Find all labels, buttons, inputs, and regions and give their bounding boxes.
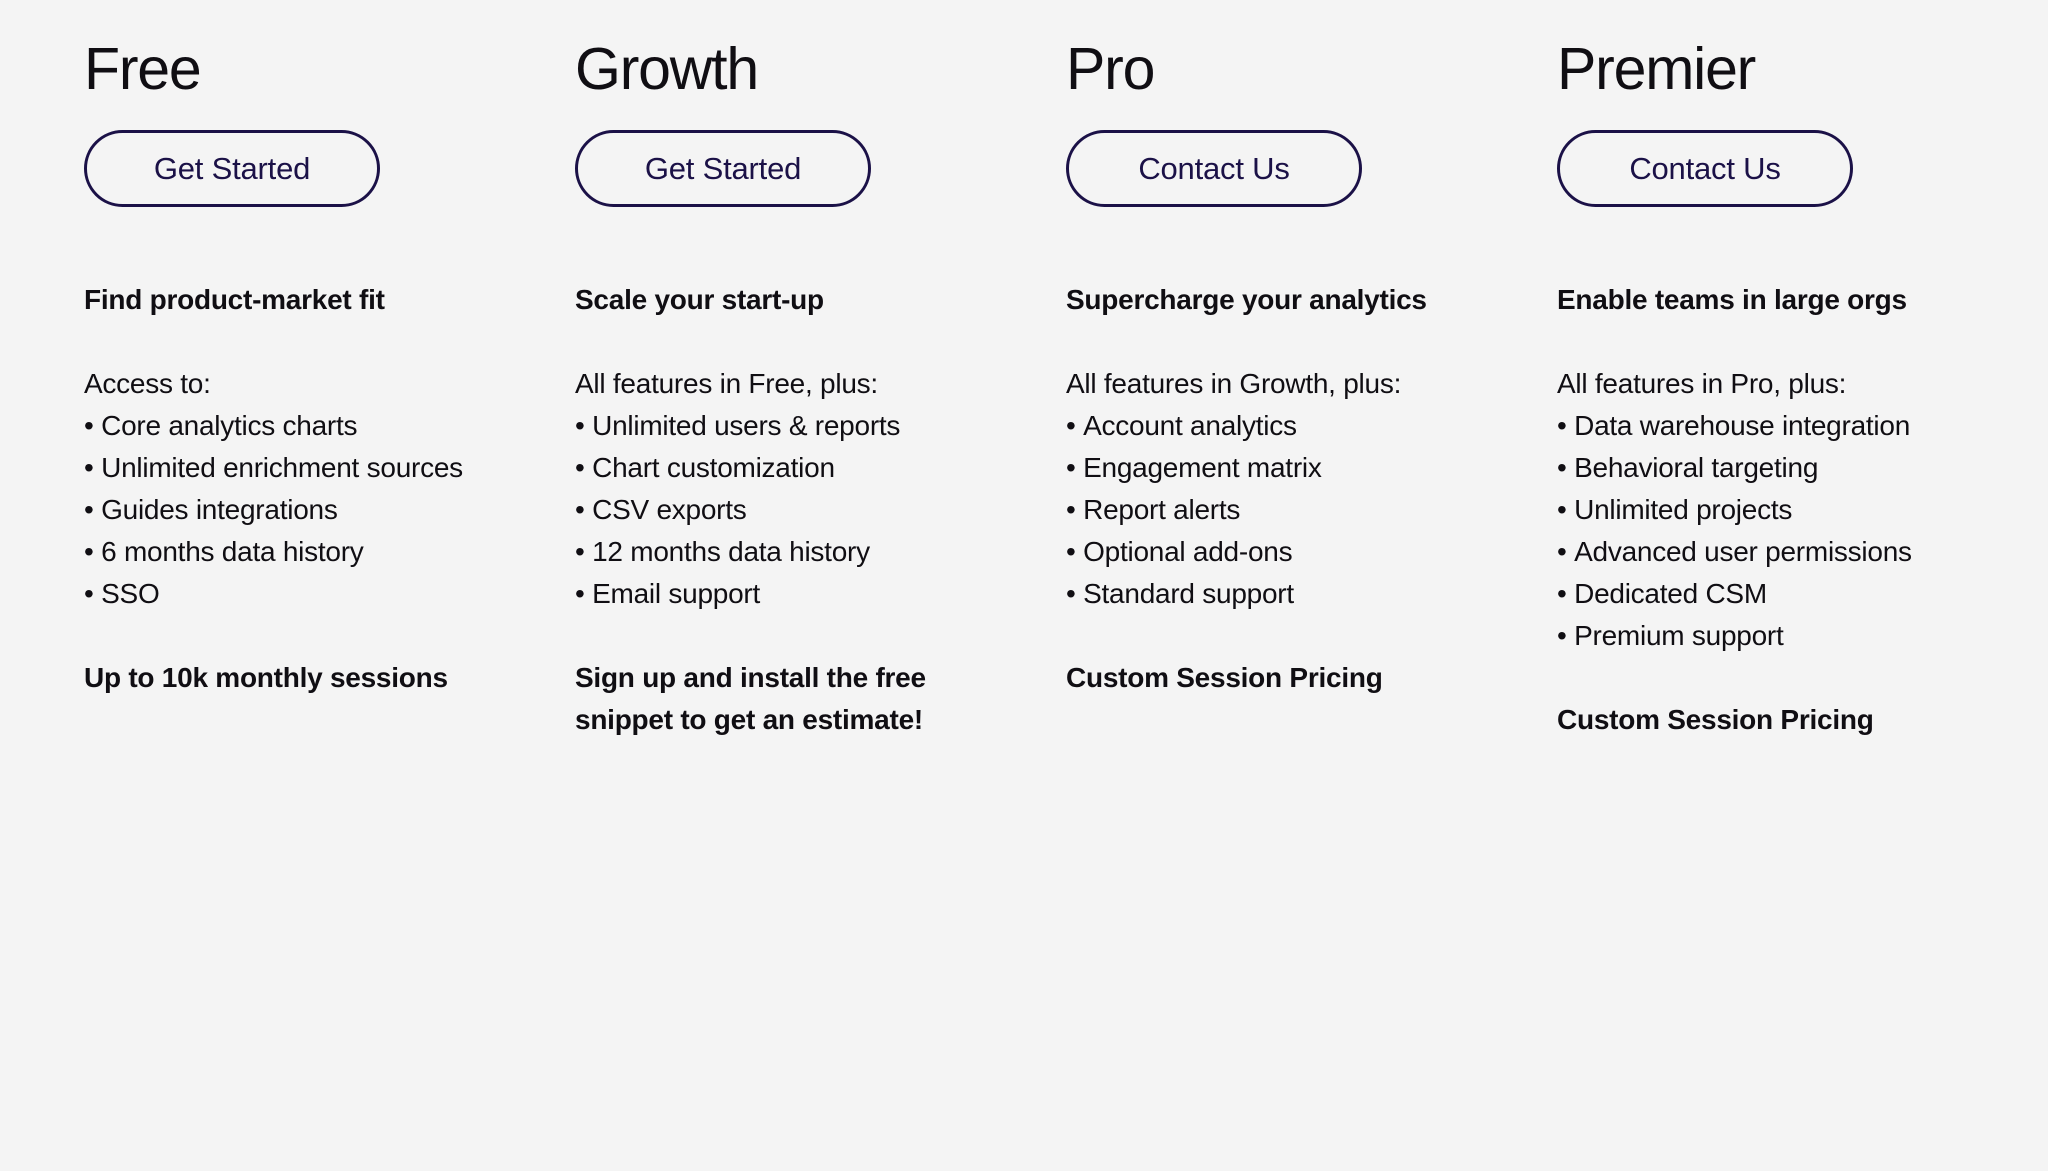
- plan-subhead-growth: Scale your start-up: [575, 283, 824, 315]
- plan-title-premier: Premier: [1557, 36, 1756, 102]
- plan-footer-growth: Sign up and install the free snippet to …: [575, 661, 926, 735]
- features-intro-premier: All features in Pro, plus:: [1557, 367, 1847, 399]
- pricing-plans-board: Free Get Started Find product-market fit…: [0, 0, 2048, 1171]
- list-item: Core analytics charts: [84, 405, 503, 447]
- list-item: Report alerts: [1066, 489, 1485, 531]
- plan-body-premier: Enable teams in large orgs All features …: [1557, 279, 1976, 741]
- list-item: Unlimited enrichment sources: [84, 447, 503, 489]
- list-item: Data warehouse integration: [1557, 405, 1976, 447]
- list-item: Premium support: [1557, 615, 1976, 657]
- list-item: Account analytics: [1066, 405, 1485, 447]
- features-intro-pro: All features in Growth, plus:: [1066, 367, 1402, 399]
- list-item: Advanced user permissions: [1557, 531, 1976, 573]
- plan-body-pro: Supercharge your analytics All features …: [1066, 279, 1485, 699]
- list-item: Dedicated CSM: [1557, 573, 1976, 615]
- plan-column-premier: Premier Contact Us Enable teams in large…: [1557, 38, 2048, 1171]
- list-item: Engagement matrix: [1066, 447, 1485, 489]
- cta-button-growth[interactable]: Get Started: [575, 129, 871, 207]
- plan-title-growth: Growth: [575, 36, 759, 102]
- cta-button-premier[interactable]: Contact Us: [1557, 129, 1853, 207]
- features-intro-growth: All features in Free, plus:: [575, 367, 878, 399]
- plan-body-growth: Scale your start-up All features in Free…: [575, 279, 994, 741]
- plan-title-pro: Pro: [1066, 36, 1155, 102]
- list-item: 12 months data history: [575, 531, 994, 573]
- list-item: SSO: [84, 573, 503, 615]
- list-item: Optional add-ons: [1066, 531, 1485, 573]
- plan-column-free: Free Get Started Find product-market fit…: [84, 38, 575, 1171]
- plan-features-pro: All features in Growth, plus: Account an…: [1066, 363, 1485, 615]
- feature-list-pro: Account analytics Engagement matrix Repo…: [1066, 405, 1485, 615]
- cta-button-pro[interactable]: Contact Us: [1066, 129, 1362, 207]
- plan-title-free: Free: [84, 36, 202, 102]
- plan-features-free: Access to: Core analytics charts Unlimit…: [84, 363, 503, 615]
- plan-column-pro: Pro Contact Us Supercharge your analytic…: [1066, 38, 1557, 1171]
- list-item: Unlimited projects: [1557, 489, 1976, 531]
- plan-features-premier: All features in Pro, plus: Data warehous…: [1557, 363, 1976, 657]
- plan-footer-free: Up to 10k monthly sessions: [84, 661, 448, 693]
- feature-list-growth: Unlimited users & reports Chart customiz…: [575, 405, 994, 615]
- list-item: 6 months data history: [84, 531, 503, 573]
- feature-list-free: Core analytics charts Unlimited enrichme…: [84, 405, 503, 615]
- plan-subhead-pro: Supercharge your analytics: [1066, 283, 1427, 315]
- list-item: Chart customization: [575, 447, 994, 489]
- features-intro-free: Access to:: [84, 367, 211, 399]
- list-item: Unlimited users & reports: [575, 405, 994, 447]
- plan-footer-premier: Custom Session Pricing: [1557, 703, 1874, 735]
- plan-body-free: Find product-market fit Access to: Core …: [84, 279, 503, 699]
- list-item: Guides integrations: [84, 489, 503, 531]
- feature-list-premier: Data warehouse integration Behavioral ta…: [1557, 405, 1976, 657]
- plan-features-growth: All features in Free, plus: Unlimited us…: [575, 363, 994, 615]
- plan-subhead-premier: Enable teams in large orgs: [1557, 283, 1907, 315]
- list-item: Email support: [575, 573, 994, 615]
- plan-subhead-free: Find product-market fit: [84, 283, 385, 315]
- plan-footer-pro: Custom Session Pricing: [1066, 661, 1383, 693]
- plan-column-growth: Growth Get Started Scale your start-up A…: [575, 38, 1066, 1171]
- list-item: Behavioral targeting: [1557, 447, 1976, 489]
- list-item: Standard support: [1066, 573, 1485, 615]
- cta-button-free[interactable]: Get Started: [84, 129, 380, 207]
- list-item: CSV exports: [575, 489, 994, 531]
